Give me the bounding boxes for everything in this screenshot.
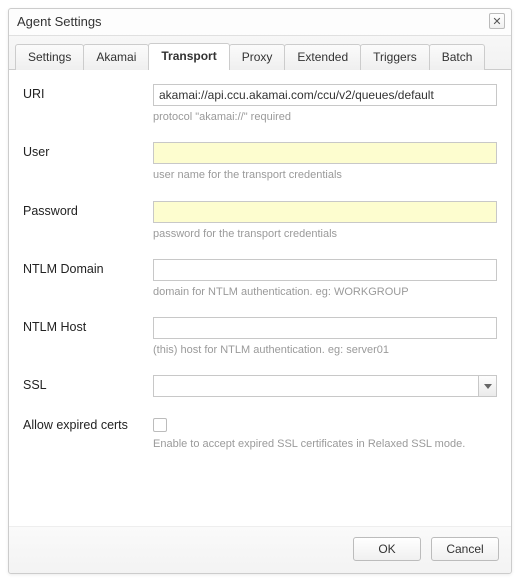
chevron-down-icon <box>478 376 496 396</box>
row-password: Password password for the transport cred… <box>23 201 497 241</box>
tab-extended[interactable]: Extended <box>284 44 361 70</box>
uri-input[interactable] <box>153 84 497 106</box>
tab-batch[interactable]: Batch <box>429 44 486 70</box>
ntlm-domain-input[interactable] <box>153 259 497 281</box>
hint-allow-expired: Enable to accept expired SSL certificate… <box>153 437 497 451</box>
label-uri: URI <box>23 84 153 101</box>
titlebar: Agent Settings ✕ <box>9 9 511 36</box>
label-ntlm-domain: NTLM Domain <box>23 259 153 276</box>
tab-settings[interactable]: Settings <box>15 44 84 70</box>
hint-password: password for the transport credentials <box>153 227 497 241</box>
window-title: Agent Settings <box>17 14 102 29</box>
row-ntlm-host: NTLM Host (this) host for NTLM authentic… <box>23 317 497 357</box>
hint-ntlm-host: (this) host for NTLM authentication. eg:… <box>153 343 497 357</box>
tab-proxy[interactable]: Proxy <box>229 44 286 70</box>
row-uri: URI protocol "akamai://" required <box>23 84 497 124</box>
ntlm-host-input[interactable] <box>153 317 497 339</box>
ssl-select[interactable] <box>153 375 497 397</box>
agent-settings-dialog: Agent Settings ✕ Settings Akamai Transpo… <box>8 8 512 574</box>
label-ssl: SSL <box>23 375 153 392</box>
close-icon: ✕ <box>492 15 501 28</box>
form-body: URI protocol "akamai://" required User u… <box>9 70 511 526</box>
allow-expired-checkbox[interactable] <box>153 418 167 432</box>
tabstrip: Settings Akamai Transport Proxy Extended… <box>9 36 511 70</box>
user-input[interactable] <box>153 142 497 164</box>
row-ssl: SSL <box>23 375 497 397</box>
password-input[interactable] <box>153 201 497 223</box>
row-allow-expired: Allow expired certs Enable to accept exp… <box>23 415 497 451</box>
label-ntlm-host: NTLM Host <box>23 317 153 334</box>
hint-user: user name for the transport credentials <box>153 168 497 182</box>
ok-button[interactable]: OK <box>353 537 421 561</box>
hint-uri: protocol "akamai://" required <box>153 110 497 124</box>
label-password: Password <box>23 201 153 218</box>
row-ntlm-domain: NTLM Domain domain for NTLM authenticati… <box>23 259 497 299</box>
cancel-button[interactable]: Cancel <box>431 537 499 561</box>
hint-ntlm-domain: domain for NTLM authentication. eg: WORK… <box>153 285 497 299</box>
footer: OK Cancel <box>9 526 511 573</box>
spacer <box>23 470 497 520</box>
tab-akamai[interactable]: Akamai <box>83 44 149 70</box>
row-user: User user name for the transport credent… <box>23 142 497 182</box>
tab-triggers[interactable]: Triggers <box>360 44 430 70</box>
tab-transport[interactable]: Transport <box>148 43 229 70</box>
close-button[interactable]: ✕ <box>489 13 505 29</box>
label-allow-expired: Allow expired certs <box>23 415 153 432</box>
label-user: User <box>23 142 153 159</box>
